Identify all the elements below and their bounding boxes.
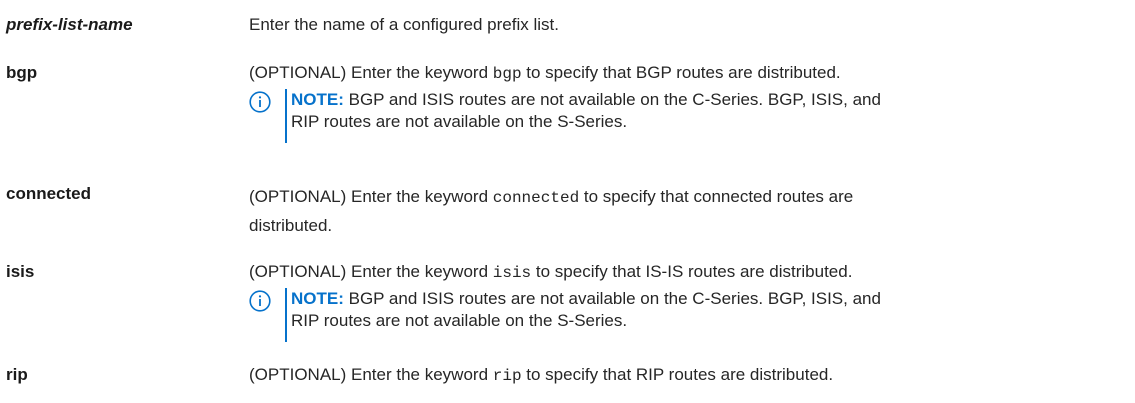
param-description: (OPTIONAL) Enter the keyword isis to spe…: [249, 261, 1129, 284]
info-circle-icon: [249, 290, 271, 312]
description-text: distributed.: [249, 216, 333, 235]
note-label: NOTE:: [291, 289, 344, 308]
description-text: to specify that BGP routes are distribut…: [521, 63, 841, 82]
note-line: NOTE: BGP and ISIS routes are not availa…: [291, 288, 881, 310]
note-line: NOTE: BGP and ISIS routes are not availa…: [291, 89, 881, 111]
description-text: (OPTIONAL) Enter the keyword: [249, 63, 493, 82]
note-text-line: BGP and ISIS routes are not available on…: [343, 289, 881, 308]
description-line: (OPTIONAL) Enter the keyword bgp to spec…: [249, 62, 1129, 85]
note-text: NOTE: BGP and ISIS routes are not availa…: [291, 89, 881, 133]
note-text-line: BGP and ISIS routes are not available on…: [343, 90, 881, 109]
description-line: (OPTIONAL) Enter the keyword rip to spec…: [249, 364, 1129, 387]
param-term: bgp: [6, 63, 38, 82]
param-term: isis: [6, 262, 35, 281]
description-text: to specify that RIP routes are distribut…: [521, 365, 834, 384]
note-text-line: RIP routes are not available on the S-Se…: [291, 112, 628, 131]
param-term: connected: [6, 184, 92, 203]
description-text: to specify that IS-IS routes are distrib…: [531, 262, 853, 281]
param-term: prefix-list-name: [6, 15, 133, 34]
param-description: (OPTIONAL) Enter the keyword connected t…: [249, 183, 1129, 239]
description-text: Enter the name of a configured prefix li…: [249, 15, 559, 34]
info-circle-icon: [249, 91, 271, 113]
keyword-code: isis: [492, 264, 532, 282]
note-text-line: RIP routes are not available on the S-Se…: [291, 311, 628, 330]
description-text: (OPTIONAL) Enter the keyword: [249, 187, 493, 206]
note-accent-bar: [285, 288, 287, 342]
note-box: NOTE: BGP and ISIS routes are not availa…: [249, 288, 1129, 342]
param-term: rip: [6, 365, 28, 384]
description-line: (OPTIONAL) Enter the keyword connected t…: [249, 183, 1129, 212]
param-description: (OPTIONAL) Enter the keyword rip to spec…: [249, 364, 1129, 387]
description-line: (OPTIONAL) Enter the keyword isis to spe…: [249, 261, 1129, 284]
note-accent-bar: [285, 89, 287, 143]
note-text: NOTE: BGP and ISIS routes are not availa…: [291, 288, 881, 332]
description-text: to specify that connected routes are: [579, 187, 854, 206]
param-description: (OPTIONAL) Enter the keyword bgp to spec…: [249, 62, 1129, 85]
keyword-code: bgp: [492, 65, 522, 83]
keyword-code: connected: [492, 189, 580, 207]
description-text: (OPTIONAL) Enter the keyword: [249, 365, 493, 384]
description-text: (OPTIONAL) Enter the keyword: [249, 262, 493, 281]
note-label: NOTE:: [291, 90, 344, 109]
keyword-code: rip: [492, 367, 522, 385]
note-box: NOTE: BGP and ISIS routes are not availa…: [249, 89, 1129, 143]
param-description: Enter the name of a configured prefix li…: [249, 14, 1129, 36]
